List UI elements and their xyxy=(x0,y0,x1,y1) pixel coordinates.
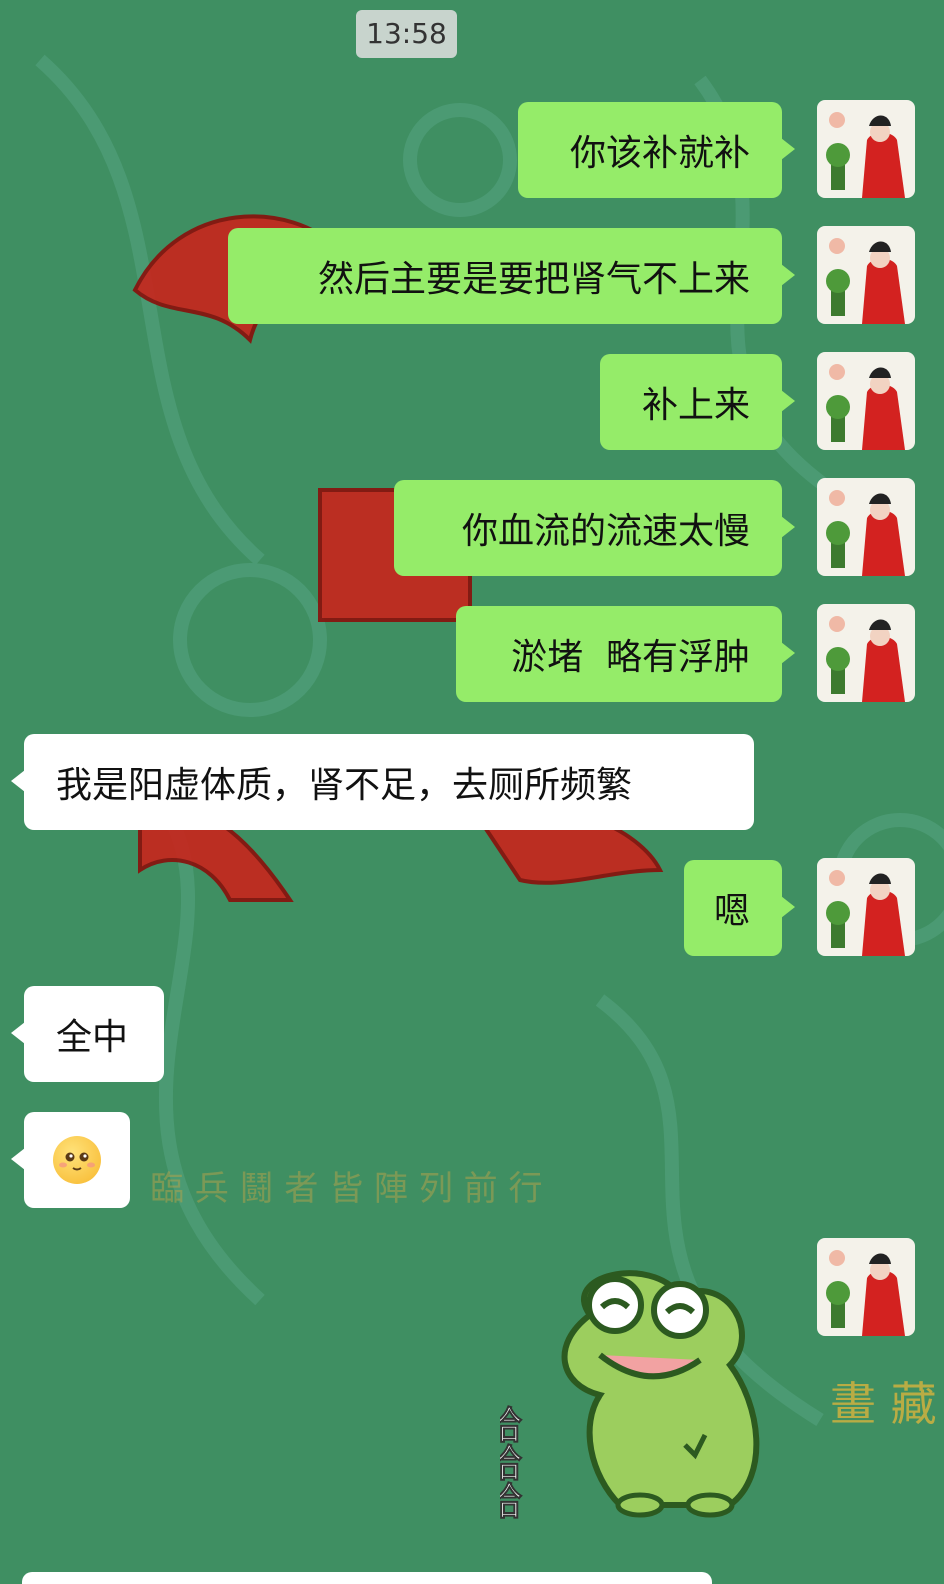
avatar[interactable] xyxy=(817,100,915,198)
avatar[interactable] xyxy=(817,1238,915,1336)
message-text: 你血流的流速太慢 xyxy=(461,511,750,552)
message-text: 全中 xyxy=(56,1017,129,1058)
input-bar-edge xyxy=(22,1572,712,1584)
message-bubble-sent[interactable]: 淤堵 略有浮肿 xyxy=(456,606,795,702)
message-bubble-received[interactable]: 全中 xyxy=(11,986,164,1082)
message-text: 然后主要是要把肾气不上来 xyxy=(317,259,750,300)
frog-laughing-sticker[interactable]: 哈哈哈 xyxy=(477,1255,800,1535)
message-bubble-sent[interactable]: 你血流的流速太慢 xyxy=(394,480,795,576)
sticker-caption: 哈哈哈 xyxy=(500,1405,522,1519)
pleading-face-emoji-icon xyxy=(53,1136,101,1184)
message-bubble-sent[interactable]: 补上来 xyxy=(600,354,795,450)
avatar[interactable] xyxy=(817,226,915,324)
message-text: 淤堵 略有浮肿 xyxy=(511,637,750,678)
message-text: 补上来 xyxy=(641,385,750,426)
message-bubble-received[interactable]: 我是阳虚体质，肾不足，去厕所频繁 xyxy=(11,734,754,830)
message-text: 嗯 xyxy=(713,891,750,932)
message-text: 你该补就补 xyxy=(569,133,750,174)
avatar[interactable] xyxy=(817,858,915,956)
avatar[interactable] xyxy=(817,604,915,702)
side-text: 畫 藏 xyxy=(830,1377,937,1431)
message-bubble-received[interactable] xyxy=(11,1112,130,1208)
avatar[interactable] xyxy=(817,478,915,576)
message-timestamp: 13:58 xyxy=(356,10,457,58)
message-bubble-sent[interactable]: 嗯 xyxy=(684,860,795,956)
message-text: 我是阳虚体质，肾不足，去厕所频繁 xyxy=(56,765,633,806)
watermark-line: 臨 兵 鬪 者 皆 陣 列 前 行 xyxy=(150,1169,542,1209)
message-bubble-sent[interactable]: 你该补就补 xyxy=(518,102,795,198)
avatar[interactable] xyxy=(817,352,915,450)
message-bubble-sent[interactable]: 然后主要是要把肾气不上来 xyxy=(228,228,795,324)
